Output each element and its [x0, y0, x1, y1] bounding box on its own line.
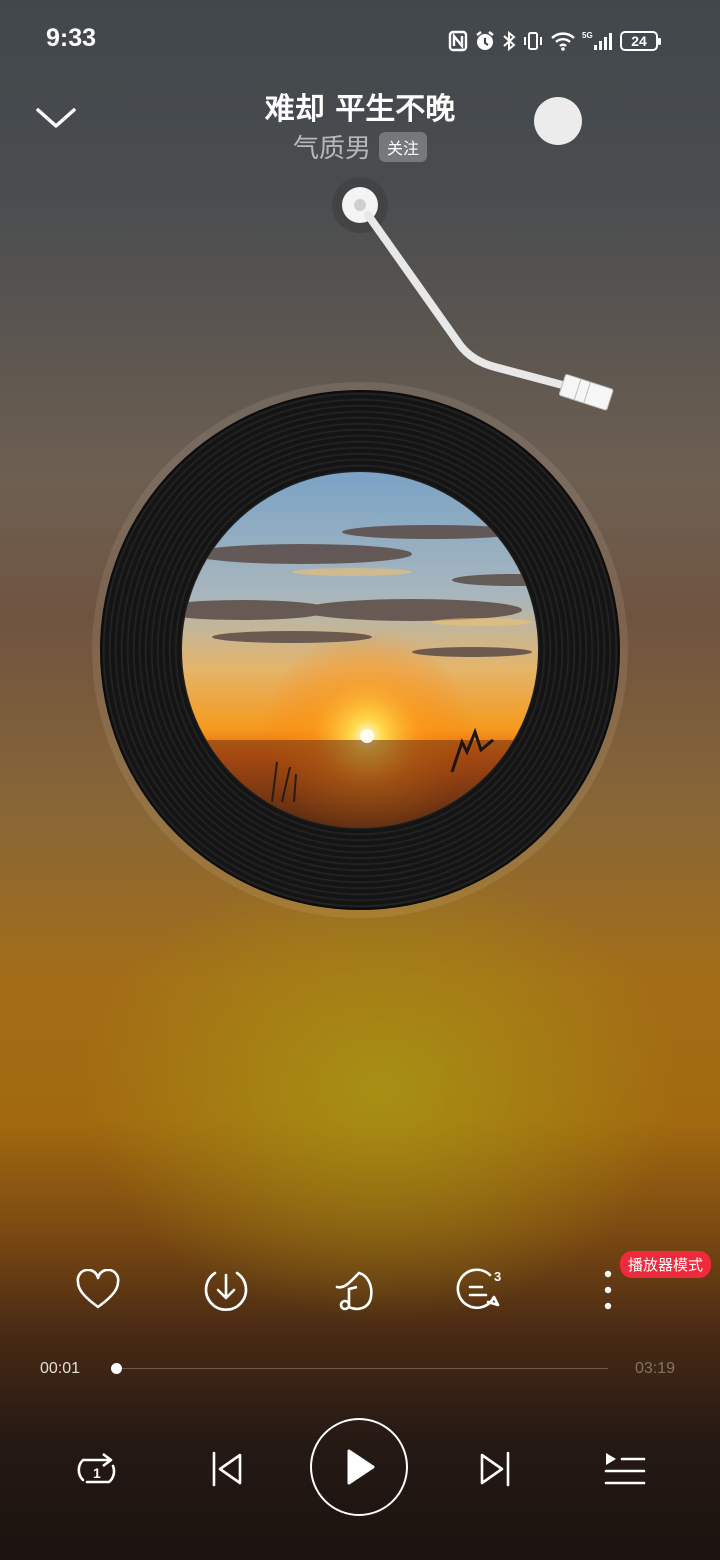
comment-count: 3: [494, 1269, 501, 1284]
heart-icon: [76, 1269, 120, 1309]
previous-icon: [212, 1451, 242, 1487]
svg-text:1: 1: [93, 1465, 101, 1481]
artist-row: 气质男 关注: [0, 128, 720, 165]
download-icon: [204, 1271, 248, 1311]
share-avatar-button[interactable]: [534, 97, 582, 145]
nfc-icon: [448, 30, 468, 52]
bluetooth-icon: [503, 30, 516, 52]
sound-effect-button[interactable]: [326, 1262, 382, 1318]
download-button[interactable]: [198, 1262, 254, 1318]
follow-button[interactable]: 关注: [379, 131, 428, 162]
comment-button[interactable]: 3: [454, 1262, 510, 1318]
like-button[interactable]: [70, 1262, 126, 1318]
tonearm: [332, 177, 614, 411]
progress-track[interactable]: [114, 1368, 608, 1369]
svg-text:5G: 5G: [582, 31, 593, 40]
duration-time: 03:19: [635, 1360, 676, 1377]
vibrate-icon: [524, 32, 542, 50]
player-mode-badge[interactable]: 播放器模式: [620, 1251, 712, 1278]
repeat-one-button[interactable]: 1: [70, 1446, 124, 1494]
current-time: 00:01: [40, 1360, 81, 1377]
previous-button[interactable]: [204, 1446, 248, 1492]
album-cover: [182, 472, 538, 828]
battery-icon: 24: [620, 31, 661, 51]
signal-5g-icon: 5G: [582, 31, 612, 50]
playlist-button[interactable]: [600, 1446, 648, 1492]
sound-effect-icon: [335, 1271, 373, 1311]
alarm-icon: [476, 31, 494, 50]
status-icons: 5G 24: [448, 26, 661, 56]
song-title: 难却 平生不晚: [264, 92, 456, 127]
next-icon: [480, 1451, 510, 1487]
more-icon: [604, 1270, 612, 1310]
wifi-icon: [551, 32, 575, 51]
artist-name[interactable]: 气质男: [293, 128, 371, 165]
next-button[interactable]: [474, 1446, 518, 1492]
comment-icon: 3: [456, 1268, 501, 1310]
play-icon: [347, 1449, 375, 1485]
action-row: 3: [0, 1262, 720, 1318]
status-time: 9:33: [46, 24, 97, 52]
playlist-icon: [604, 1453, 646, 1485]
progress-knob[interactable]: [110, 1363, 122, 1374]
repeat-one-icon: 1: [77, 1452, 116, 1484]
play-button[interactable]: [310, 1418, 408, 1516]
